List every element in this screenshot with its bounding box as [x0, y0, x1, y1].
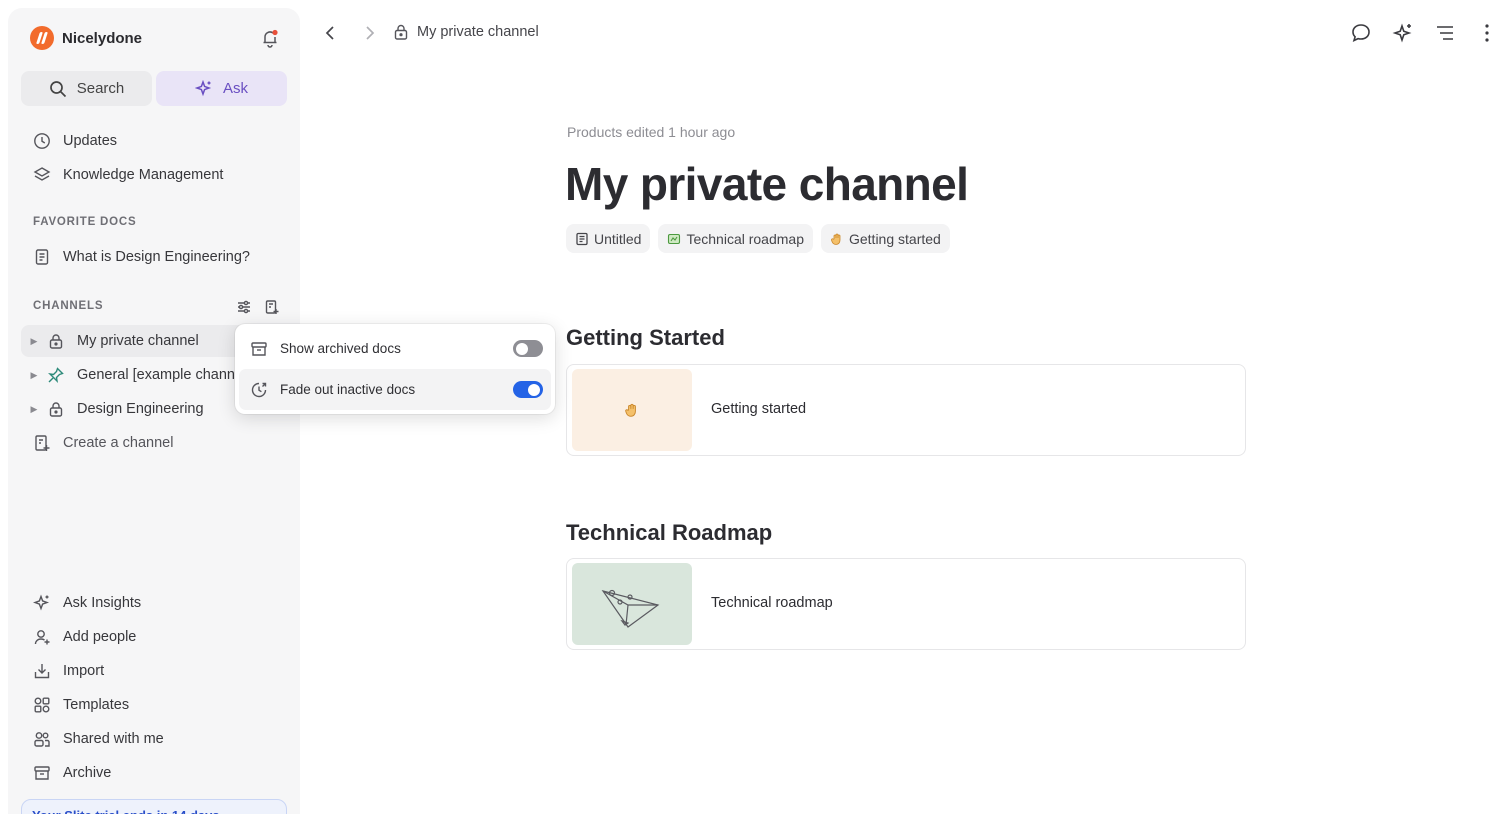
map-icon	[668, 233, 681, 244]
add-person-icon	[34, 630, 50, 645]
doc-card-getting-started[interactable]: Getting started	[566, 364, 1246, 456]
channels-section-title: CHANNELS	[33, 300, 104, 312]
chip-label: Getting started	[848, 230, 941, 247]
lock-icon	[394, 24, 408, 40]
new-channel-icon[interactable]	[264, 299, 280, 315]
search-button[interactable]: Search	[21, 71, 152, 106]
templates-icon	[34, 697, 50, 713]
workspace-name: Nicelydone	[62, 29, 143, 47]
sparkle-icon[interactable]	[1392, 22, 1414, 44]
trial-banner[interactable]: Your Slite trial ends in 14 days	[21, 799, 287, 814]
channel-label: My private channel	[77, 333, 199, 349]
sidebar-item-label: Ask Insights	[63, 595, 142, 611]
doc-icon	[35, 249, 49, 265]
forward-arrow-icon[interactable]	[360, 22, 378, 44]
doc-icon	[576, 232, 588, 245]
sidebar-item-label: Updates	[63, 133, 118, 149]
notification-bell-icon[interactable]	[260, 28, 280, 48]
channel-label: Design Engineering	[77, 401, 204, 417]
doc-meta: Products edited 1 hour ago	[567, 124, 736, 140]
sidebar-item-ask-insights[interactable]: Ask Insights	[21, 587, 287, 619]
waving-hand-icon	[625, 403, 636, 417]
sidebar-item-import[interactable]: Import	[21, 655, 287, 687]
chip-getting-started[interactable]: Getting started	[820, 224, 950, 253]
create-channel-button[interactable]: Create a channel	[21, 427, 287, 459]
back-arrow-icon[interactable]	[322, 22, 340, 44]
sidebar-item-label: Shared with me	[63, 731, 164, 747]
show-archived-toggle[interactable]	[513, 340, 543, 357]
archive-icon	[34, 766, 50, 780]
search-label: Search	[76, 80, 125, 97]
fade-inactive-docs-option[interactable]: Fade out inactive docs	[239, 369, 551, 410]
lock-icon	[49, 402, 63, 417]
sidebar-item-templates[interactable]: Templates	[21, 689, 287, 721]
ask-label: Ask	[222, 80, 248, 97]
channel-options-popover: Show archived docs Fade out inactive doc…	[235, 324, 555, 414]
sidebar-item-knowledge-management[interactable]: Knowledge Management	[21, 159, 287, 191]
sidebar-item-shared-with-me[interactable]: Shared with me	[21, 723, 287, 755]
section-heading-technical-roadmap: Technical Roadmap	[566, 520, 773, 545]
sparkle-icon	[194, 79, 212, 96]
fade-inactive-toggle[interactable]	[513, 381, 543, 398]
sidebar-item-add-people[interactable]: Add people	[21, 621, 287, 653]
layers-icon	[33, 167, 51, 181]
option-label: Fade out inactive docs	[280, 382, 416, 397]
people-icon	[34, 732, 50, 747]
filter-settings-icon[interactable]	[236, 299, 252, 315]
sidebar-item-label: Templates	[63, 697, 130, 713]
expand-caret-icon[interactable]: ▶	[21, 404, 47, 415]
channel-label: General [example channel]	[77, 367, 251, 383]
breadcrumb[interactable]: My private channel	[393, 23, 539, 41]
workspace-switcher[interactable]: Nicelydone	[30, 26, 142, 50]
expand-caret-icon[interactable]: ▶	[21, 370, 47, 381]
new-channel-icon	[35, 435, 50, 451]
workspace-logo	[30, 26, 54, 50]
create-channel-label: Create a channel	[63, 435, 174, 451]
lock-icon	[49, 334, 63, 349]
card-thumbnail	[572, 563, 692, 645]
expand-caret-icon[interactable]: ▶	[21, 336, 47, 347]
card-title: Technical roadmap	[711, 595, 833, 611]
sidebar-item-label: What is Design Engineering?	[63, 249, 250, 265]
show-archived-docs-option[interactable]: Show archived docs	[239, 328, 551, 369]
clock-icon	[34, 133, 50, 149]
fade-clock-icon	[251, 382, 267, 397]
breadcrumb-label: My private channel	[417, 24, 539, 40]
sparkle-icon	[33, 594, 50, 611]
doc-card-technical-roadmap[interactable]: Technical roadmap	[566, 558, 1246, 650]
pin-icon	[48, 367, 64, 383]
waving-hand-icon	[831, 233, 841, 245]
import-icon	[34, 664, 50, 679]
chip-untitled[interactable]: Untitled	[566, 224, 651, 253]
outline-icon[interactable]	[1434, 22, 1456, 44]
sidebar-item-archive[interactable]: Archive	[21, 757, 287, 789]
chip-technical-roadmap[interactable]: Technical roadmap	[658, 224, 813, 253]
sidebar-item-label: Knowledge Management	[63, 167, 224, 183]
paper-plane-icon	[601, 589, 660, 628]
chip-label: Untitled	[594, 230, 642, 247]
sidebar-item-label: Import	[63, 663, 105, 679]
card-title: Getting started	[711, 401, 807, 417]
archive-icon	[251, 341, 267, 356]
sidebar-item-updates[interactable]: Updates	[21, 125, 287, 157]
ask-button[interactable]: Ask	[156, 71, 287, 106]
section-heading-getting-started: Getting Started	[566, 325, 725, 350]
sidebar-item-label: Add people	[63, 629, 137, 645]
more-options-icon[interactable]	[1476, 22, 1498, 44]
sidebar-item-label: Archive	[63, 765, 112, 781]
search-icon	[49, 80, 66, 97]
page-title[interactable]: My private channel	[565, 157, 969, 211]
option-label: Show archived docs	[280, 341, 401, 356]
card-thumbnail	[572, 369, 692, 451]
comment-icon[interactable]	[1350, 22, 1372, 44]
favorite-doc-item[interactable]: What is Design Engineering?	[21, 241, 287, 273]
chip-label: Technical roadmap	[686, 230, 804, 247]
favorites-section-title: FAVORITE DOCS	[33, 216, 137, 228]
